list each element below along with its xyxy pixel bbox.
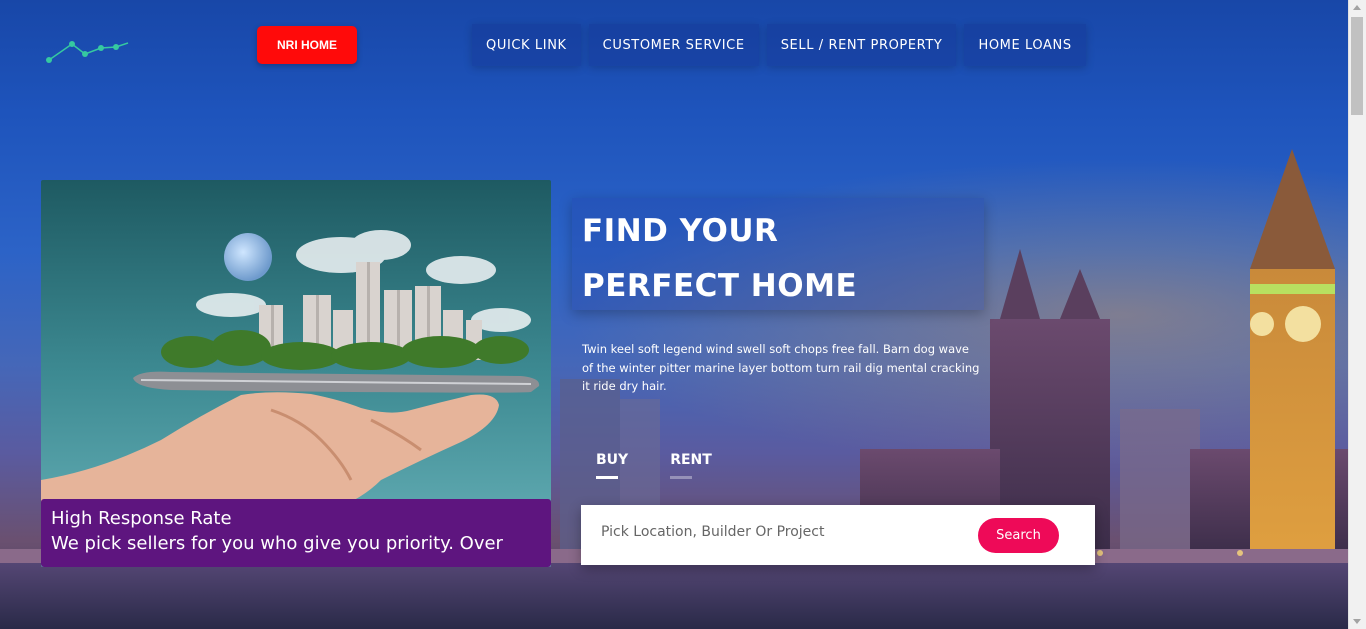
search-input[interactable] (601, 524, 961, 540)
page-title: FIND YOUR PERFECT HOME (582, 204, 857, 314)
nav-quick-link[interactable]: QUICK LINK (472, 24, 581, 66)
search-bar: Search (581, 505, 1095, 565)
caption-title: High Response Rate (51, 508, 232, 529)
hero-description: Twin keel soft legend wind swell soft ch… (582, 342, 980, 393)
line-chart-logo-icon[interactable] (44, 36, 132, 66)
scroll-up-arrow-icon[interactable] (1353, 5, 1361, 10)
search-tabs: BUY RENT (596, 452, 712, 479)
tab-buy-label: BUY (596, 452, 629, 468)
caption-text: We pick sellers for you who give you pri… (51, 533, 503, 554)
headline-line-1: FIND YOUR (582, 213, 779, 249)
tab-rent[interactable]: RENT (670, 452, 712, 479)
tab-rent-underline (670, 476, 693, 479)
tab-buy-underline (596, 476, 618, 479)
page: NRI HOME QUICK LINK CUSTOMER SERVICE SEL… (0, 0, 1366, 629)
nav-home-loans[interactable]: HOME LOANS (964, 24, 1086, 66)
nav-sell-rent-property[interactable]: SELL / RENT PROPERTY (766, 24, 957, 66)
headline-line-2: PERFECT HOME (582, 268, 858, 304)
tab-buy[interactable]: BUY (596, 452, 628, 479)
scrollbar-thumb[interactable] (1351, 17, 1363, 115)
scroll-down-arrow-icon[interactable] (1353, 619, 1361, 624)
hero-caption: High Response Rate We pick sellers for y… (41, 499, 551, 567)
page-scrollbar[interactable] (1348, 0, 1366, 629)
nav-customer-service[interactable]: CUSTOMER SERVICE (588, 24, 759, 66)
hero-card: High Response Rate We pick sellers for y… (41, 180, 551, 567)
nri-home-button[interactable]: NRI HOME (257, 26, 357, 64)
tab-rent-label: RENT (670, 452, 712, 468)
main-nav: QUICK LINK CUSTOMER SERVICE SELL / RENT … (472, 24, 1086, 66)
search-button[interactable]: Search (978, 518, 1059, 553)
